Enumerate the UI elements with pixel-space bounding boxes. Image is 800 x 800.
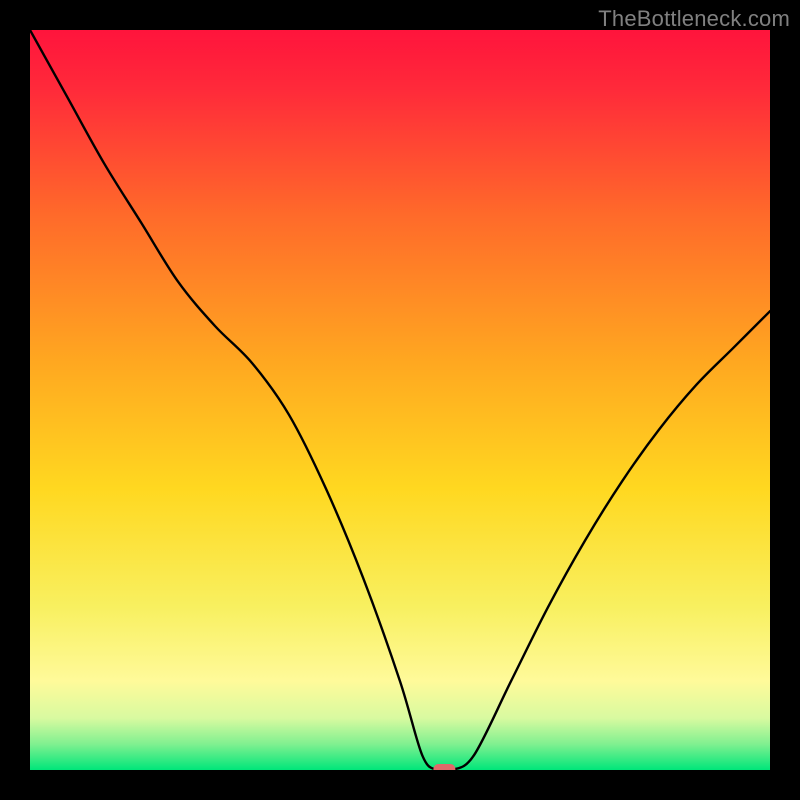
chart-background: [30, 30, 770, 770]
chart-frame: TheBottleneck.com: [0, 0, 800, 800]
chart-plot: [30, 30, 770, 770]
watermark-text: TheBottleneck.com: [598, 6, 790, 32]
chart-svg: [30, 30, 770, 770]
optimum-marker: [433, 764, 455, 770]
